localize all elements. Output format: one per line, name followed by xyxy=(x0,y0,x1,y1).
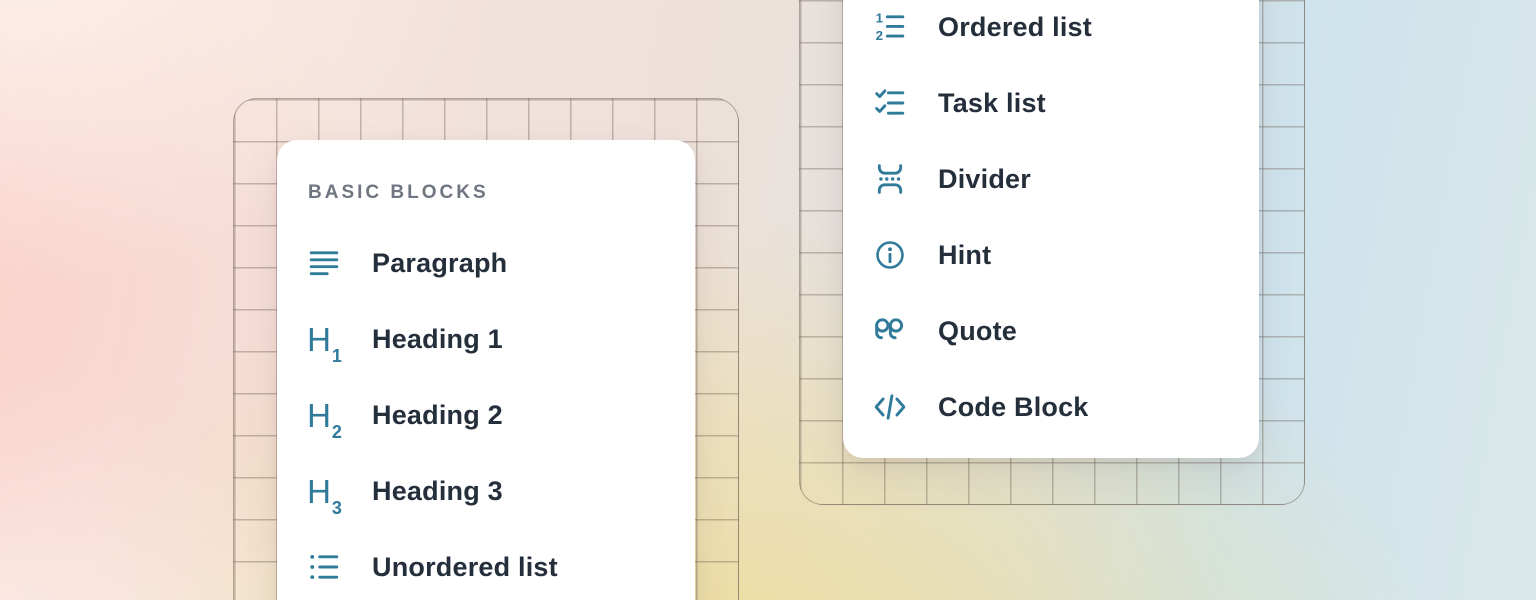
menu-item-label: Heading 2 xyxy=(372,400,503,431)
block-menu-illustration: BASIC BLOCKS Paragraph H1 Heading 1 H2 Headi… xyxy=(0,0,1536,600)
menu-item-label: Paragraph xyxy=(372,248,507,279)
quote-icon xyxy=(873,314,907,348)
heading-3-icon: H3 xyxy=(307,474,341,508)
menu-item-code-block[interactable]: Code Block xyxy=(843,369,1259,445)
heading-1-icon: H1 xyxy=(307,322,341,356)
basic-blocks-menu-panel: BASIC BLOCKS Paragraph H1 Heading 1 H2 Headi… xyxy=(277,140,695,600)
menu-item-ordered-list[interactable]: 1 2 Ordered list xyxy=(843,0,1259,65)
divider-icon xyxy=(873,162,907,196)
menu-item-heading-2[interactable]: H2 Heading 2 xyxy=(277,377,695,453)
menu-item-label: Task list xyxy=(938,88,1046,119)
paragraph-icon xyxy=(307,246,341,280)
hint-icon xyxy=(873,238,907,272)
menu-item-task-list[interactable]: Task list xyxy=(843,65,1259,141)
menu-item-unordered-list[interactable]: Unordered list xyxy=(277,529,695,600)
menu-item-paragraph[interactable]: Paragraph xyxy=(277,225,695,301)
heading-2-icon: H2 xyxy=(307,398,341,432)
menu-item-label: Unordered list xyxy=(372,552,558,583)
menu-item-label: Quote xyxy=(938,316,1017,347)
menu-item-label: Hint xyxy=(938,240,991,271)
menu-item-label: Heading 1 xyxy=(372,324,503,355)
menu-item-label: Ordered list xyxy=(938,12,1092,43)
menu-item-heading-1[interactable]: H1 Heading 1 xyxy=(277,301,695,377)
menu-item-hint[interactable]: Hint xyxy=(843,217,1259,293)
menu-item-label: Heading 3 xyxy=(372,476,503,507)
menu-item-label: Divider xyxy=(938,164,1031,195)
menu-items-right: 1 2 Ordered list Task list Divider Hint Qu… xyxy=(843,0,1259,445)
code-block-icon xyxy=(873,390,907,424)
menu-items-left: Paragraph H1 Heading 1 H2 Heading 2 H3 Heading… xyxy=(277,225,695,600)
unordered-list-icon xyxy=(307,550,341,584)
menu-item-quote[interactable]: Quote xyxy=(843,293,1259,369)
section-label-basic-blocks: BASIC BLOCKS xyxy=(308,182,695,204)
svg-text:2: 2 xyxy=(876,28,883,43)
menu-item-heading-3[interactable]: H3 Heading 3 xyxy=(277,453,695,529)
menu-item-label: Code Block xyxy=(938,392,1089,423)
task-list-icon xyxy=(873,86,907,120)
ordered-list-icon: 1 2 xyxy=(873,10,907,44)
menu-item-divider[interactable]: Divider xyxy=(843,141,1259,217)
blocks-menu-panel-continued: 1 2 Ordered list Task list Divider Hint Qu… xyxy=(843,0,1259,458)
svg-text:1: 1 xyxy=(876,11,884,26)
